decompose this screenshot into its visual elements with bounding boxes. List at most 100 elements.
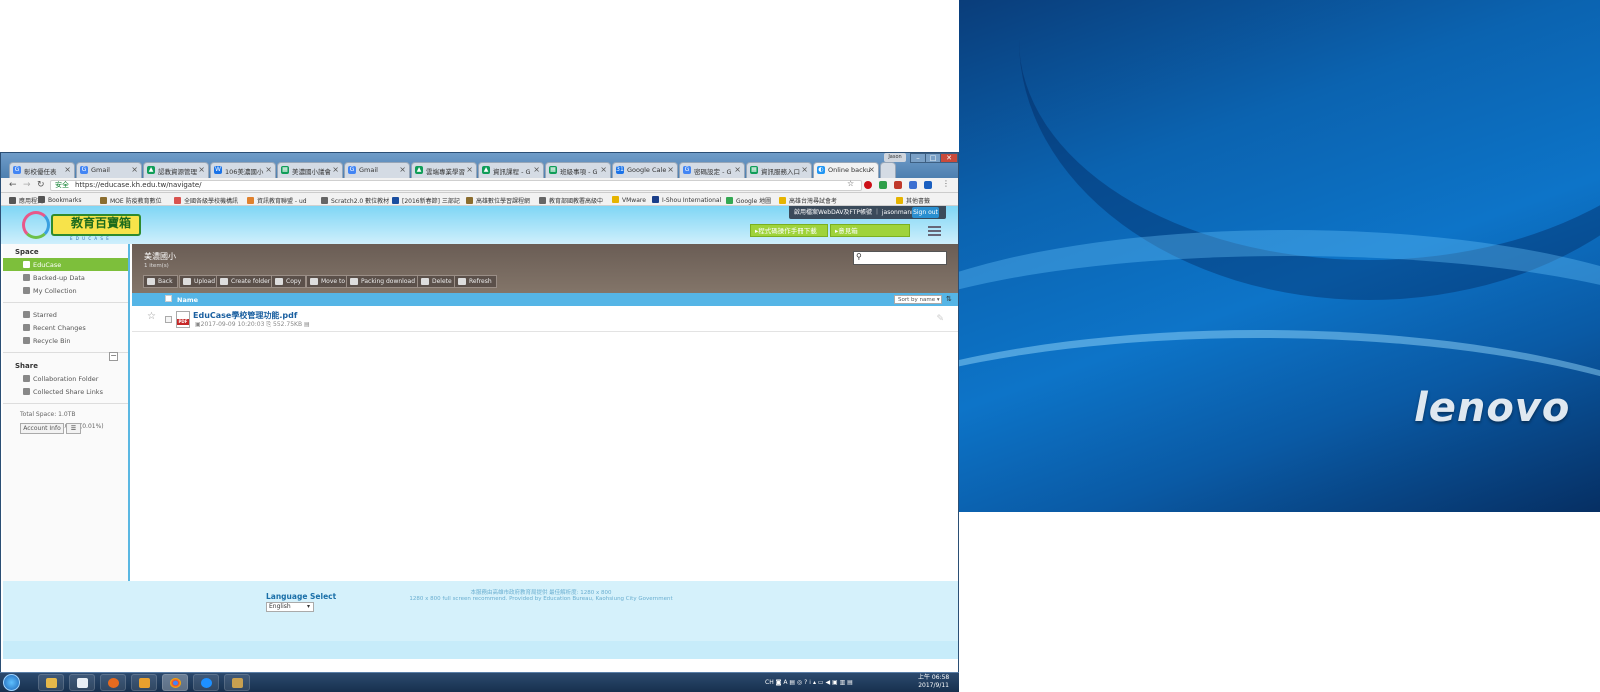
tab-close-icon[interactable]: × [265, 165, 272, 174]
sign-out-button[interactable]: Sign out [912, 207, 939, 218]
taskbar-app[interactable] [224, 674, 250, 691]
tab-close-icon[interactable]: × [64, 165, 71, 174]
star-icon[interactable]: ☆ [147, 311, 156, 322]
search-input[interactable]: ⚲ [853, 251, 947, 265]
collapse-share-button[interactable]: − [109, 352, 118, 361]
url-input[interactable]: 安全 https://educase.kh.edu.tw/navigate/ [50, 180, 862, 191]
toolbar-button-delete[interactable]: Delete [417, 275, 457, 288]
browser-tab[interactable]: 31 Google Cale × [612, 162, 678, 178]
bookmark-item[interactable]: 高雄數位學習課程網 [466, 196, 530, 205]
maximize-button[interactable]: □ [925, 153, 941, 163]
taskbar-chrome[interactable] [162, 674, 188, 691]
browser-tab[interactable]: ▦ 班級事項 - G × [545, 162, 611, 178]
sidebar-item-misc[interactable]: Recent Changes [3, 321, 128, 334]
account-settings-button[interactable]: ☰ [66, 423, 81, 434]
clock[interactable]: 上午 06:58 2017/9/11 [918, 674, 949, 690]
taskbar-notepad[interactable] [69, 674, 95, 691]
blue-extension-icon[interactable] [924, 181, 932, 189]
sidebar-item-space[interactable]: Backed-up Data [3, 271, 128, 284]
bookmark-item[interactable]: [2016新春節] 三部記 [392, 196, 460, 205]
language-select[interactable]: English ▾ [266, 602, 314, 612]
file-checkbox[interactable] [165, 316, 172, 323]
toolbar-button-copy[interactable]: Copy [271, 275, 307, 288]
browser-tab[interactable]: ▦ 資訊服務入口 × [746, 162, 812, 178]
chrome-menu-icon[interactable]: ⋮ [942, 179, 950, 188]
toolbar-button-refresh[interactable]: Refresh [454, 275, 497, 288]
tab-close-icon[interactable]: × [868, 165, 875, 174]
browser-tab[interactable]: ▦ 美濃國小議會 × [277, 162, 343, 178]
tab-close-icon[interactable]: × [600, 165, 607, 174]
edit-pencil-icon[interactable]: ✎ [936, 314, 944, 324]
bookmark-item[interactable]: 資訊教育聯盟 - ud [247, 196, 307, 205]
toolbar-button-create-folder[interactable]: Create folder [216, 275, 276, 288]
taskbar-explorer[interactable] [38, 674, 64, 691]
minimize-button[interactable]: – [910, 153, 926, 163]
system-tray[interactable]: CH ◙ A ▤ ◎ ? ⁞ ▴ ▭ ◀ ▣ ▥ ▤ [765, 679, 853, 686]
bookmark-item[interactable]: Scratch2.0 數位教材 [321, 196, 389, 205]
close-window-button[interactable]: ✕ [940, 153, 958, 163]
sort-select[interactable]: Sort by name ▾ [894, 295, 942, 304]
browser-tab[interactable]: G Gmail × [76, 162, 142, 178]
manual-download-button[interactable]: ▸程式碼操作手冊下載 [750, 224, 828, 237]
account-info-button[interactable]: Account Info [20, 423, 64, 434]
bookmark-item[interactable]: Bookmarks [38, 196, 82, 204]
taskbar-ie[interactable] [193, 674, 219, 691]
toolbar-button-back[interactable]: Back [143, 275, 178, 288]
back-arrow-icon[interactable]: ← [9, 180, 17, 190]
name-column-header[interactable]: Name [177, 296, 198, 304]
tab-close-icon[interactable]: × [801, 165, 808, 174]
sort-direction-icon[interactable]: ⇅ [946, 295, 952, 303]
toolbar-button-packing-download[interactable]: Packing download [346, 275, 420, 288]
forward-arrow-icon[interactable]: → [23, 180, 31, 190]
feedback-button[interactable]: ▸意見箱 [830, 224, 910, 237]
tab-close-icon[interactable]: × [466, 165, 473, 174]
sidebar-item-misc[interactable]: Recycle Bin [3, 334, 128, 347]
profile-button[interactable]: Jason [884, 153, 906, 162]
new-tab-button[interactable] [880, 162, 896, 178]
hamburger-menu-icon[interactable] [928, 226, 941, 236]
tab-close-icon[interactable]: × [198, 165, 205, 174]
tab-close-icon[interactable]: × [399, 165, 406, 174]
file-name-link[interactable]: EduCase學校管理功能.pdf [193, 310, 297, 321]
sidebar-item-space[interactable]: My Collection [3, 284, 128, 297]
bookmark-star-icon[interactable]: ☆ [847, 179, 854, 188]
tab-close-icon[interactable]: × [734, 165, 741, 174]
reload-icon[interactable]: ↻ [37, 180, 45, 190]
red-extension-icon[interactable] [894, 181, 902, 189]
tab-close-icon[interactable]: × [332, 165, 339, 174]
tab-close-icon[interactable]: × [131, 165, 138, 174]
bookmark-item[interactable]: 全國各級學校機構訊 [174, 196, 238, 205]
browser-tab[interactable]: G 密碼設定 - G × [679, 162, 745, 178]
tab-close-icon[interactable]: × [667, 165, 674, 174]
browser-tab[interactable]: ◐ Online backu × [813, 162, 879, 178]
taskbar-firefox[interactable] [100, 674, 126, 691]
sidebar-item-misc[interactable]: Starred [3, 308, 128, 321]
browser-tab[interactable]: ▲ 資訊課程 - G × [478, 162, 544, 178]
educase-logo[interactable]: 教育百寶箱 E D U C A S E [18, 207, 143, 241]
taskbar-media-player[interactable] [131, 674, 157, 691]
browser-tab[interactable]: ▲ 認教資源管理 × [143, 162, 209, 178]
browser-tab[interactable]: G 彰校優任表 × [9, 162, 75, 178]
evernote-extension-icon[interactable] [879, 181, 887, 189]
select-all-checkbox[interactable] [165, 295, 172, 302]
bookmark-item[interactable]: 高雄台灣尋試會考 [779, 196, 837, 205]
file-row[interactable]: ☆ PDF EduCase學校管理功能.pdf ▣2017-09-09 10:2… [132, 306, 958, 332]
translate-extension-icon[interactable] [909, 181, 917, 189]
browser-tab[interactable]: G Gmail × [344, 162, 410, 178]
bookmark-item[interactable]: VMware [612, 196, 646, 204]
bookmark-item[interactable]: 其他書籤 [896, 196, 930, 205]
start-button[interactable] [3, 674, 20, 691]
sidebar-item-share[interactable]: Collaboration Folder [3, 372, 128, 385]
tab-close-icon[interactable]: × [533, 165, 540, 174]
sidebar-item-share[interactable]: Collected Share Links [3, 385, 128, 398]
bookmark-item[interactable]: I-Shou International [652, 196, 721, 204]
bookmark-item[interactable]: 教育部國教署高級中 [539, 196, 603, 205]
sidebar-item-space[interactable]: EduCase [3, 258, 128, 271]
bookmark-item[interactable]: MOE 防疫教育數位 [100, 196, 162, 205]
toolbar-button-move-to[interactable]: Move to [306, 275, 351, 288]
bookmark-item[interactable]: Google 地圖 [726, 196, 771, 205]
opera-extension-icon[interactable] [864, 181, 872, 189]
browser-tab[interactable]: ▲ 雲端專業學習 × [411, 162, 477, 178]
toolbar-button-upload[interactable]: Upload [179, 275, 221, 288]
browser-tab[interactable]: W 106美濃國小 × [210, 162, 276, 178]
